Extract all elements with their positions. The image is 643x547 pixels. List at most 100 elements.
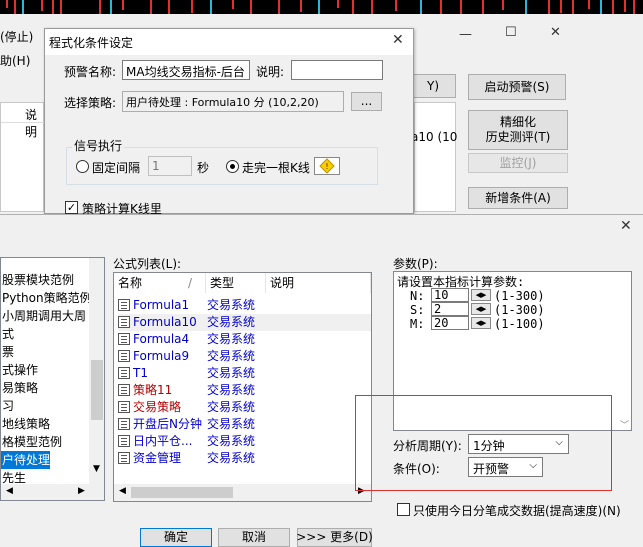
desc-input[interactable]: [291, 60, 383, 80]
table-row[interactable]: 开盘后N分钟 交易系统: [118, 416, 255, 433]
scroll-down-icon[interactable]: ▼: [93, 464, 100, 474]
desc-label: 说明:: [256, 65, 285, 79]
refine-history-button[interactable]: 精细化 历史测评(T): [468, 110, 568, 150]
bg-list: 说明: [0, 102, 45, 212]
ok-button[interactable]: 确定: [140, 528, 212, 547]
table-row[interactable]: 日内平仓... 交易系统: [118, 433, 255, 450]
param-spinner[interactable]: ◀▶: [471, 289, 491, 301]
col-name[interactable]: 名称 /: [114, 273, 206, 293]
after-kline-radio[interactable]: [226, 160, 239, 173]
chart-bar: [6, 0, 8, 8]
add-condition-button[interactable]: 新增条件(A): [468, 187, 568, 209]
table-row[interactable]: Formula1 交易系统: [118, 297, 255, 314]
tree-hscroll[interactable]: ◀ ▶: [1, 484, 104, 500]
tree-item[interactable]: 先生: [1, 469, 26, 485]
param-value-input[interactable]: 2: [431, 302, 469, 316]
param-spinner[interactable]: ◀▶: [471, 303, 491, 315]
cancel-button[interactable]: 取消: [218, 528, 290, 547]
col-desc[interactable]: 说明: [266, 273, 371, 293]
scroll-right-icon[interactable]: ▶: [78, 486, 85, 496]
formula-hscroll-thumb[interactable]: [131, 487, 233, 498]
tree-item[interactable]: 地线策略: [1, 415, 50, 433]
params-scroll-icon[interactable]: ﹀: [620, 418, 629, 431]
today-only-check[interactable]: [397, 503, 410, 516]
alert-name-label: 预警名称:: [64, 65, 117, 79]
table-row[interactable]: T1 交易系统: [118, 365, 255, 382]
tree-vscroll[interactable]: ▼: [89, 258, 104, 484]
category-tree[interactable]: 股票模块范例 Python策略范例 小周期调用大周式票式操作 易策略习地线策略 格模型范…: [0, 257, 105, 501]
chart-bar: [624, 0, 626, 12]
period-select[interactable]: 1分钟 ⌵: [468, 434, 569, 454]
period-label: 分析周期(Y):: [393, 439, 462, 453]
table-row[interactable]: Formula10 交易系统: [118, 314, 371, 331]
close-icon[interactable]: ✕: [620, 218, 632, 234]
formula-icon: [118, 418, 130, 430]
formula-name: Formula9: [133, 349, 190, 363]
formula-name: Formula1: [133, 298, 190, 312]
strategy-check[interactable]: ✓: [65, 201, 78, 214]
tree-item[interactable]: 格模型范例: [1, 433, 62, 451]
menu-item-help[interactable]: 助(H): [0, 52, 30, 69]
table-row[interactable]: 资金管理 交易系统: [118, 450, 255, 467]
param-value-input[interactable]: 20: [431, 316, 469, 330]
scroll-left-icon[interactable]: ◀: [119, 486, 126, 496]
table-row[interactable]: 策略11 交易系统: [118, 382, 255, 399]
close-icon[interactable]: ✕: [550, 25, 561, 40]
partial-button[interactable]: Y): [410, 74, 456, 98]
tree-list: 股票模块范例 Python策略范例 小周期调用大周式票式操作 易策略习地线策略 格模型范…: [1, 273, 91, 485]
formula-hscroll[interactable]: ◀ ▶: [114, 484, 371, 501]
chart-bar: [337, 0, 339, 8]
col-type[interactable]: 类型: [206, 273, 266, 293]
warning-diamond-icon[interactable]: !: [314, 157, 340, 175]
formula-icon: [118, 435, 130, 447]
bg-formula-cell: a10 (10: [411, 130, 458, 144]
chart-bar: [99, 0, 101, 14]
fixed-interval-label: 固定间隔: [92, 161, 141, 175]
start-alert-button[interactable]: 启动预警(S): [468, 74, 566, 100]
close-icon[interactable]: ✕: [392, 32, 404, 48]
tree-item[interactable]: Python策略范例: [1, 289, 91, 307]
chart-bar: [300, 0, 302, 12]
tree-vscroll-thumb[interactable]: [91, 360, 103, 420]
table-row[interactable]: 交易策略 交易系统: [118, 399, 255, 416]
condition-select[interactable]: 开预警 ⌵: [468, 457, 543, 477]
param-value-input[interactable]: 10: [431, 288, 469, 302]
menu-item-stop[interactable]: (停止): [0, 28, 33, 45]
tree-item[interactable]: 易策略: [1, 379, 38, 397]
monitor-button[interactable]: 监控(J): [468, 153, 568, 173]
table-row[interactable]: Formula9 交易系统: [118, 348, 255, 365]
more-button[interactable]: >>> 更多(D): [296, 528, 373, 547]
formula-icon: [118, 299, 130, 311]
seconds-label: 秒: [197, 161, 210, 175]
minimize-icon[interactable]: —: [459, 27, 472, 42]
tree-item[interactable]: 票: [1, 343, 14, 361]
chart-bar: [352, 0, 354, 15]
param-spinner[interactable]: ◀▶: [471, 317, 491, 329]
formula-name: 策略11: [133, 383, 173, 397]
params-label: 参数(P):: [393, 257, 438, 271]
tree-item[interactable]: 式: [1, 325, 14, 343]
strategy-label: 选择策略:: [64, 96, 117, 110]
tree-item[interactable]: 式操作: [1, 361, 38, 379]
table-row[interactable]: Formula4 交易系统: [118, 331, 255, 348]
formula-type: 交易系统: [207, 349, 256, 363]
maximize-icon[interactable]: ☐: [505, 25, 517, 40]
chart-bar: [232, 0, 234, 9]
formula-type: 交易系统: [207, 332, 256, 346]
interval-input[interactable]: 1: [148, 156, 192, 176]
formula-table[interactable]: 名称 / 类型 说明 Formula1 交易系统 Formula10 交易系统 Formu…: [113, 272, 372, 502]
strategy-field[interactable]: 用户待处理 : Formula10 分 (10,2,20): [122, 91, 344, 112]
formula-name: 资金管理: [133, 451, 182, 465]
tree-item[interactable]: 小周期调用大周: [1, 307, 86, 325]
main-dialog: ✕ 股票模块范例 Python策略范例 小周期调用大周式票式操作 易策略习地线策略 格模…: [0, 214, 643, 547]
tree-item[interactable]: 习: [1, 397, 14, 415]
formula-icon: [118, 316, 130, 328]
tree-item[interactable]: 股票模块范例: [1, 273, 74, 289]
fixed-interval-radio[interactable]: [76, 160, 89, 173]
formula-type: 交易系统: [207, 434, 256, 448]
alert-name-input[interactable]: MA均线交易指标-后台: [122, 60, 250, 80]
formula-type: 交易系统: [207, 315, 256, 329]
tree-item[interactable]: 户待处理: [1, 451, 51, 469]
browse-button[interactable]: ...: [351, 92, 382, 111]
scroll-left-icon[interactable]: ◀: [6, 486, 13, 496]
